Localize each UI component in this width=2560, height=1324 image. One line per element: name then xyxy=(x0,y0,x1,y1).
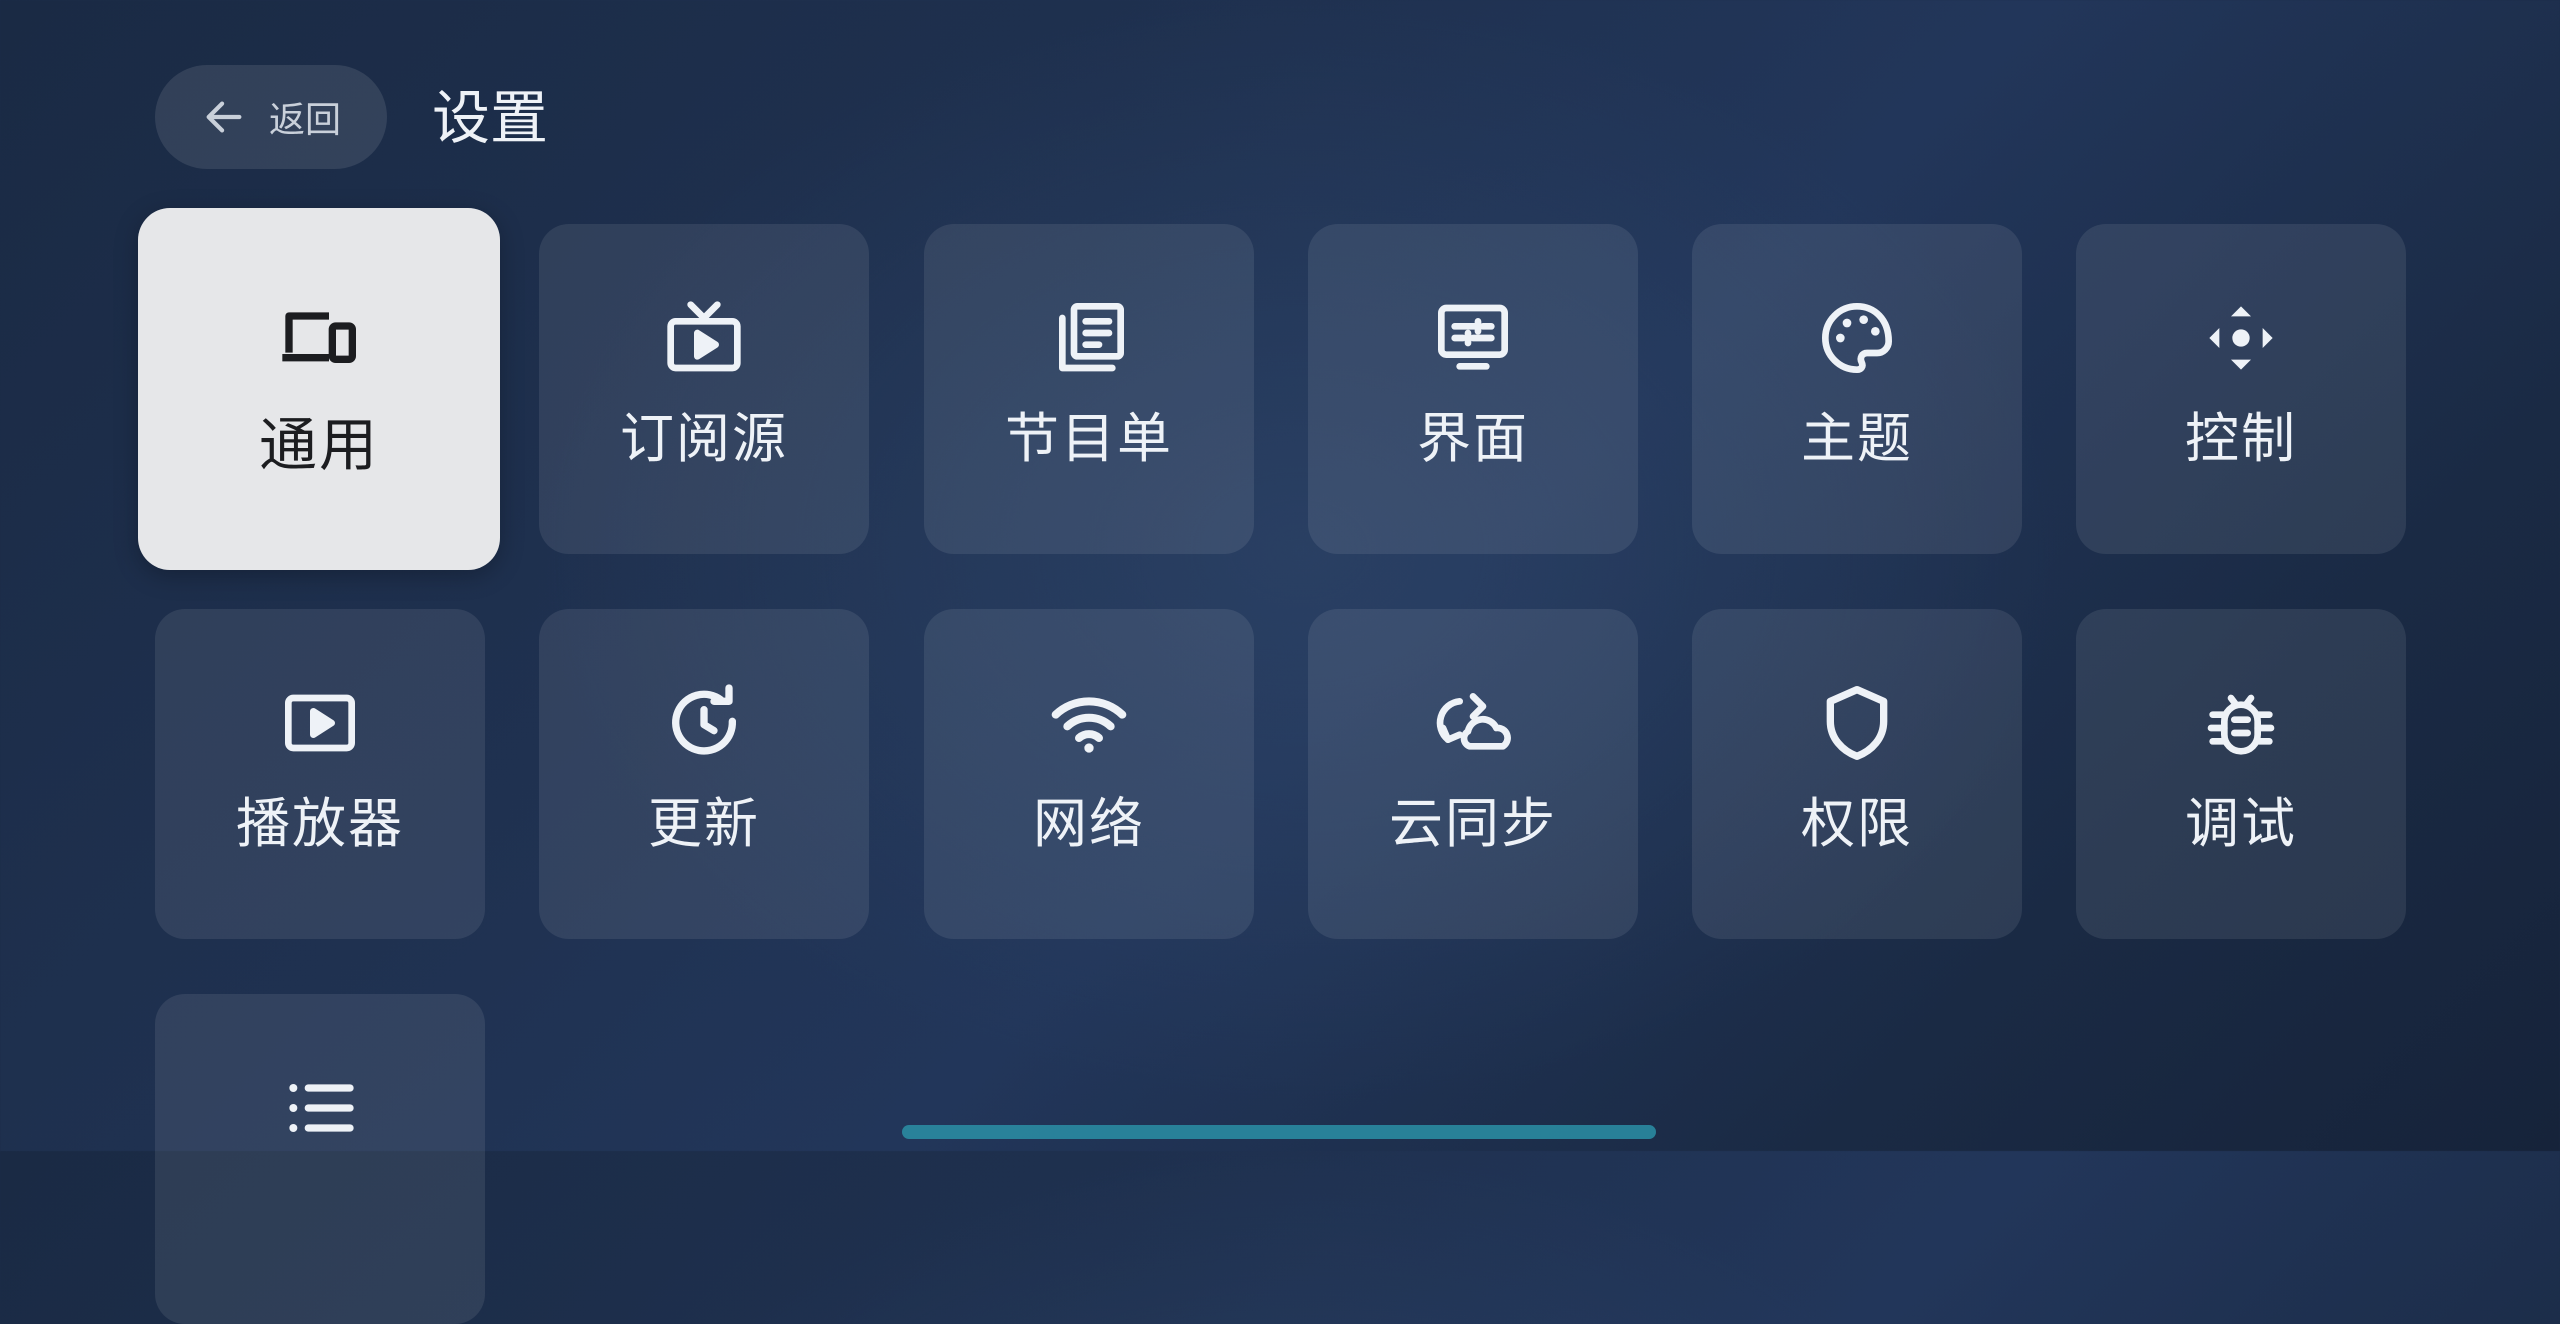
tile-label: 更新 xyxy=(648,792,760,855)
tile-debug[interactable]: 调试 xyxy=(2076,609,2406,939)
wifi-icon xyxy=(1049,683,1129,763)
tile-label: 订阅源 xyxy=(620,407,788,470)
cloud-sync-icon xyxy=(1433,683,1513,763)
palette-icon xyxy=(1817,298,1897,378)
tile-interface[interactable]: 界面 xyxy=(1308,224,1638,554)
tile-permissions[interactable]: 权限 xyxy=(1692,609,2022,939)
tile-label: 界面 xyxy=(1417,407,1529,470)
shield-icon xyxy=(1817,683,1897,763)
tile-label: 控制 xyxy=(2185,407,2297,470)
tile-label: 主题 xyxy=(1801,407,1913,470)
tile-label: 播放器 xyxy=(236,792,404,855)
devices-icon xyxy=(279,296,359,376)
tile-label: 调试 xyxy=(2185,792,2297,855)
page-title: 设置 xyxy=(432,84,549,152)
tile-update[interactable]: 更新 xyxy=(539,609,869,939)
tile-player[interactable]: 播放器 xyxy=(155,609,485,939)
display-settings-icon xyxy=(1433,298,1513,378)
play-box-icon xyxy=(280,683,360,763)
update-clock-icon xyxy=(664,683,744,763)
tile-label: 云同步 xyxy=(1389,792,1557,855)
back-label: 返回 xyxy=(268,100,341,141)
back-button[interactable]: 返回 xyxy=(155,65,387,169)
tile-subscription[interactable]: 订阅源 xyxy=(539,224,869,554)
tile-network[interactable]: 网络 xyxy=(924,609,1254,939)
tile-general[interactable]: 通用 xyxy=(138,208,500,570)
tile-theme[interactable]: 主题 xyxy=(1692,224,2022,554)
tile-cloud-sync[interactable]: 云同步 xyxy=(1308,609,1638,939)
scroll-indicator[interactable] xyxy=(902,1125,1656,1139)
tile-label: 节目单 xyxy=(1005,407,1173,470)
tv-icon xyxy=(664,298,744,378)
list-icon xyxy=(280,1068,360,1148)
tile-control[interactable]: 控制 xyxy=(2076,224,2406,554)
bug-icon xyxy=(2201,683,2281,763)
dpad-icon xyxy=(2201,298,2281,378)
arrow-left-icon xyxy=(206,101,242,133)
tile-label: 通用 xyxy=(258,411,379,479)
tile-label: 网络 xyxy=(1033,792,1145,855)
news-list-icon xyxy=(1049,298,1129,378)
tile-more[interactable] xyxy=(155,994,485,1324)
tile-program-guide[interactable]: 节目单 xyxy=(924,224,1254,554)
tile-label: 权限 xyxy=(1801,792,1913,855)
